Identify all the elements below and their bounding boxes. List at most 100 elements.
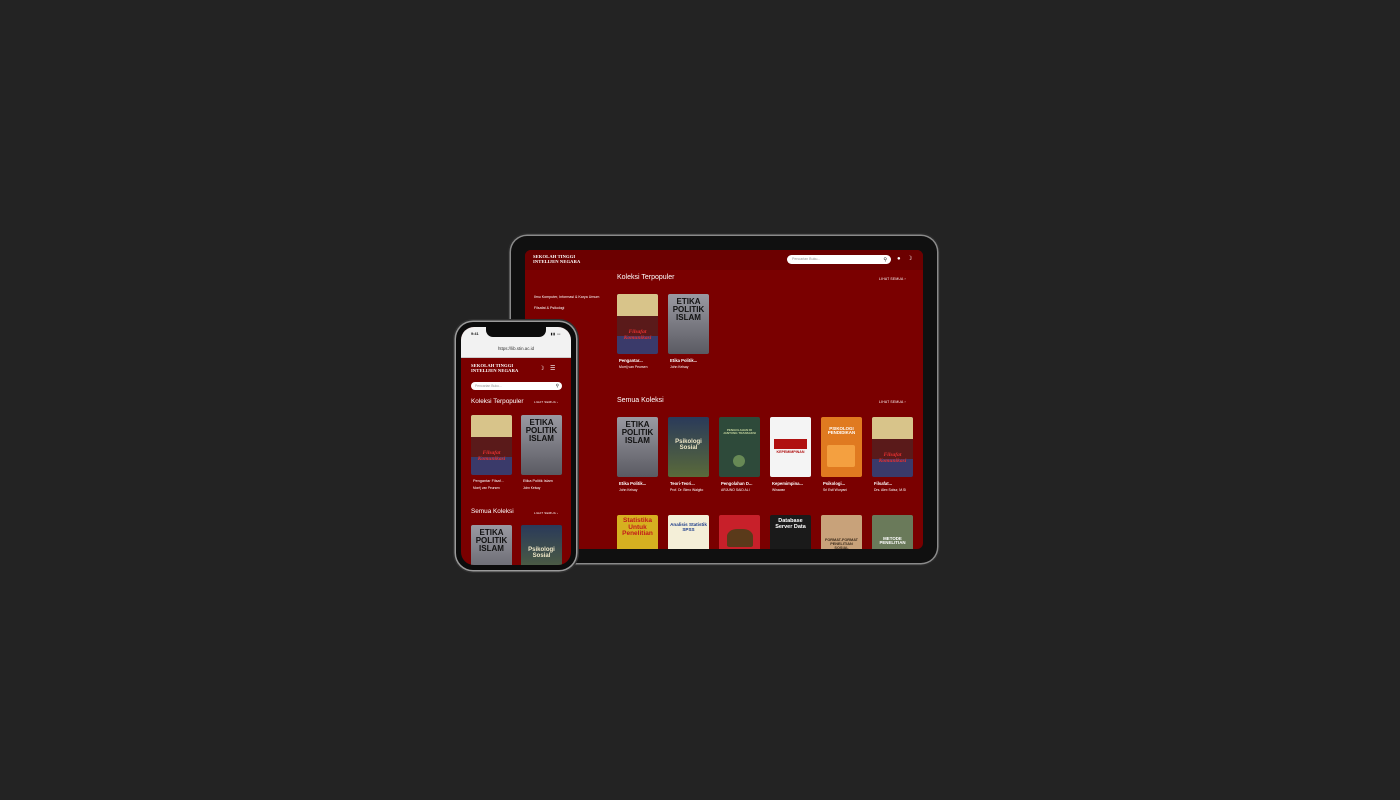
book-cover: ETIKA POLITIK ISLAM — [668, 294, 709, 354]
book-author: Drs. Alex Sobur, M.Si — [874, 488, 907, 492]
book-cover: Psikologi Sosial — [521, 525, 562, 565]
signal-battery-icon: ▮▮ ▭ — [550, 332, 561, 336]
book-cover: Psikologi Sosial — [668, 417, 709, 477]
search-icon[interactable]: ⚲ — [556, 383, 559, 389]
book-card[interactable]: METODE PENELITIAN — [872, 515, 913, 549]
book-cover: ETIKA POLITIK ISLAM — [617, 417, 658, 477]
book-author: Sri Esti Wuryani — [823, 488, 848, 492]
cover-text: Statistika Untuk Penelitian — [622, 517, 653, 537]
book-card[interactable]: ETIKA POLITIK ISLAM Etika Politik Islam … — [521, 415, 562, 490]
book-card[interactable]: KEPEMIMPINAN Kepemimpina... Wirawan — [770, 417, 811, 492]
cover-text: ETIKA POLITIK ISLAM — [621, 420, 654, 445]
section-title-all: Semua Koleksi — [617, 397, 664, 404]
cover-text: ETIKA POLITIK ISLAM — [672, 297, 705, 322]
cover-text: Filsafat Komunikasi — [477, 450, 506, 462]
book-card[interactable]: Statistika Untuk Penelitian — [617, 515, 658, 549]
book-card[interactable]: FORMAT-FORMAT PENELITIAN SOSIAL — [821, 515, 862, 549]
tablet-screen: SEKOLAH TINGGI INTELIJEN NEGARA Pencaria… — [525, 250, 923, 549]
book-cover: Analisis Statistik SPSS — [668, 515, 709, 549]
search-icon[interactable]: ⚲ — [883, 257, 887, 263]
book-card[interactable]: Filsafat Komunikasi Filsafat... Drs. Ale… — [872, 417, 913, 492]
search-placeholder: Pencarian Buku... — [475, 383, 502, 388]
book-cover: PSIKOLOGI PENDIDIKAN — [821, 417, 862, 477]
book-cover: FORMAT-FORMAT PENELITIAN SOSIAL — [821, 515, 862, 549]
see-all-collection-link[interactable]: LIHAT SEMUA › — [879, 400, 906, 404]
header: SEKOLAH TINGGI INTELIJEN NEGARA Pencaria… — [525, 250, 923, 270]
book-card[interactable]: Filsafat Komunikasi Pengantar... Morrij … — [617, 294, 658, 369]
book-cover: Filsafat Komunikasi — [872, 417, 913, 477]
search-input[interactable]: Pencarian Buku... ⚲ — [471, 382, 562, 390]
book-title: Kepemimpina... — [772, 481, 803, 486]
cover-text: Analisis Statistik SPSS — [670, 522, 707, 532]
section-title-all: Semua Koleksi — [471, 508, 514, 515]
phone-device: 9:41 ▮▮ ▭ https://lib.stin.ac.id SEKOLAH… — [456, 322, 576, 570]
book-card[interactable]: PSIKOLOGI PENDIDIKAN Psikologi... Sri Es… — [821, 417, 862, 492]
book-card[interactable]: ETIKA POLITIK ISLAM — [471, 525, 512, 565]
book-title: Pengantar... — [619, 358, 643, 363]
book-cover: METODE PENELITIAN — [872, 515, 913, 549]
cover-text: FORMAT-FORMAT PENELITIAN SOSIAL — [825, 538, 858, 549]
cover-text: ETIKA POLITIK ISLAM — [525, 418, 558, 443]
brand-line-2: INTELIJEN NEGARA — [471, 368, 519, 374]
book-title: Etika Politik Islam — [523, 479, 553, 483]
address-bar[interactable]: https://lib.stin.ac.id — [461, 341, 571, 358]
book-author: Prof. Dr. Bimo Walgito — [670, 488, 704, 492]
user-icon[interactable]: ● — [897, 256, 901, 262]
search-input[interactable]: Pencarian Buku... ⚲ — [787, 255, 891, 264]
cover-text: METODE PENELITIAN — [879, 536, 906, 546]
see-all-popular-link[interactable]: LIHAT SEMUA › — [534, 400, 558, 404]
status-time: 9:41 — [471, 332, 479, 336]
cover-text: ETIKA POLITIK ISLAM — [475, 528, 508, 553]
book-card[interactable]: ETIKA POLITIK ISLAM Etika Politik... Joh… — [668, 294, 709, 369]
book-cover: ETIKA POLITIK ISLAM — [471, 525, 512, 565]
phone-screen: 9:41 ▮▮ ▭ https://lib.stin.ac.id SEKOLAH… — [461, 327, 571, 565]
book-title: Pengantar Filsaf... — [473, 479, 504, 483]
sidebar-item[interactable]: Filsafat & Psikologi — [534, 306, 604, 311]
sidebar: Ilmu Komputer, Informasi & Karya Umum Fi… — [534, 295, 604, 317]
moon-icon[interactable]: ☽ — [539, 366, 544, 372]
book-author: John Kelsay — [670, 365, 689, 369]
book-author: John Kelsay — [523, 486, 541, 490]
book-title: Etika Politik... — [619, 481, 647, 486]
book-author: John Kelsay — [619, 488, 638, 492]
book-title: Filsafat... — [874, 481, 893, 486]
see-all-collection-link[interactable]: LIHAT SEMUA › — [534, 511, 558, 515]
book-card[interactable]: Psikologi Sosial — [521, 525, 562, 565]
book-card[interactable]: ETIKA POLITIK ISLAM Etika Politik... Joh… — [617, 417, 658, 492]
section-title-popular: Koleksi Terpopuler — [617, 274, 675, 281]
book-title: Etika Politik... — [670, 358, 698, 363]
book-card[interactable]: Filsafat Komunikasi Pengantar Filsaf... … — [471, 415, 512, 490]
cover-text: Psikologi Sosial — [675, 439, 702, 451]
cover-text: PSIKOLOGI PENDIDIKAN — [827, 426, 856, 436]
sidebar-item[interactable]: Ilmu Komputer, Informasi & Karya Umum — [534, 295, 604, 300]
book-author: ARJUNO SAID ALI — [721, 488, 750, 492]
phone-notch — [486, 327, 546, 337]
brand-logo[interactable]: SEKOLAH TINGGI INTELIJEN NEGARA — [471, 363, 518, 373]
book-title: Psikologi... — [823, 481, 846, 486]
search-placeholder: Pencarian Buku... — [792, 257, 821, 261]
book-cover: Database Server Data — [770, 515, 811, 549]
brand-line-2: INTELIJEN NEGARA — [533, 259, 581, 265]
moon-icon[interactable]: ☽ — [907, 256, 912, 262]
book-card[interactable]: Psikologi Sosial Teori-Teori... Prof. Dr… — [668, 417, 709, 492]
cover-text: Filsafat Komunikasi — [623, 329, 652, 341]
book-author: Morrij van Peursen — [619, 365, 648, 369]
book-cover: PENGOLAHAN DI JANTUNG TRANSAKSI — [719, 417, 760, 477]
book-title: Teori-Teori... — [670, 481, 695, 486]
brand-logo[interactable]: SEKOLAH TINGGI INTELIJEN NEGARA — [533, 254, 580, 264]
book-cover — [719, 515, 760, 549]
book-cover: ETIKA POLITIK ISLAM — [521, 415, 562, 475]
book-card[interactable] — [719, 515, 760, 549]
book-cover: Filsafat Komunikasi — [617, 294, 658, 354]
book-author: Wirawan — [772, 488, 786, 492]
book-card[interactable]: Database Server Data — [770, 515, 811, 549]
see-all-popular-link[interactable]: LIHAT SEMUA › — [879, 277, 906, 281]
cover-text: Psikologi Sosial — [528, 547, 555, 559]
section-title-popular: Koleksi Terpopuler — [471, 398, 524, 405]
cover-text: KEPEMIMPINAN — [776, 450, 805, 454]
menu-icon[interactable]: ☰ — [550, 366, 555, 372]
book-cover: Filsafat Komunikasi — [471, 415, 512, 475]
book-card[interactable]: Analisis Statistik SPSS — [668, 515, 709, 549]
url-text: https://lib.stin.ac.id — [497, 346, 535, 351]
book-card[interactable]: PENGOLAHAN DI JANTUNG TRANSAKSI Pengolah… — [719, 417, 760, 492]
